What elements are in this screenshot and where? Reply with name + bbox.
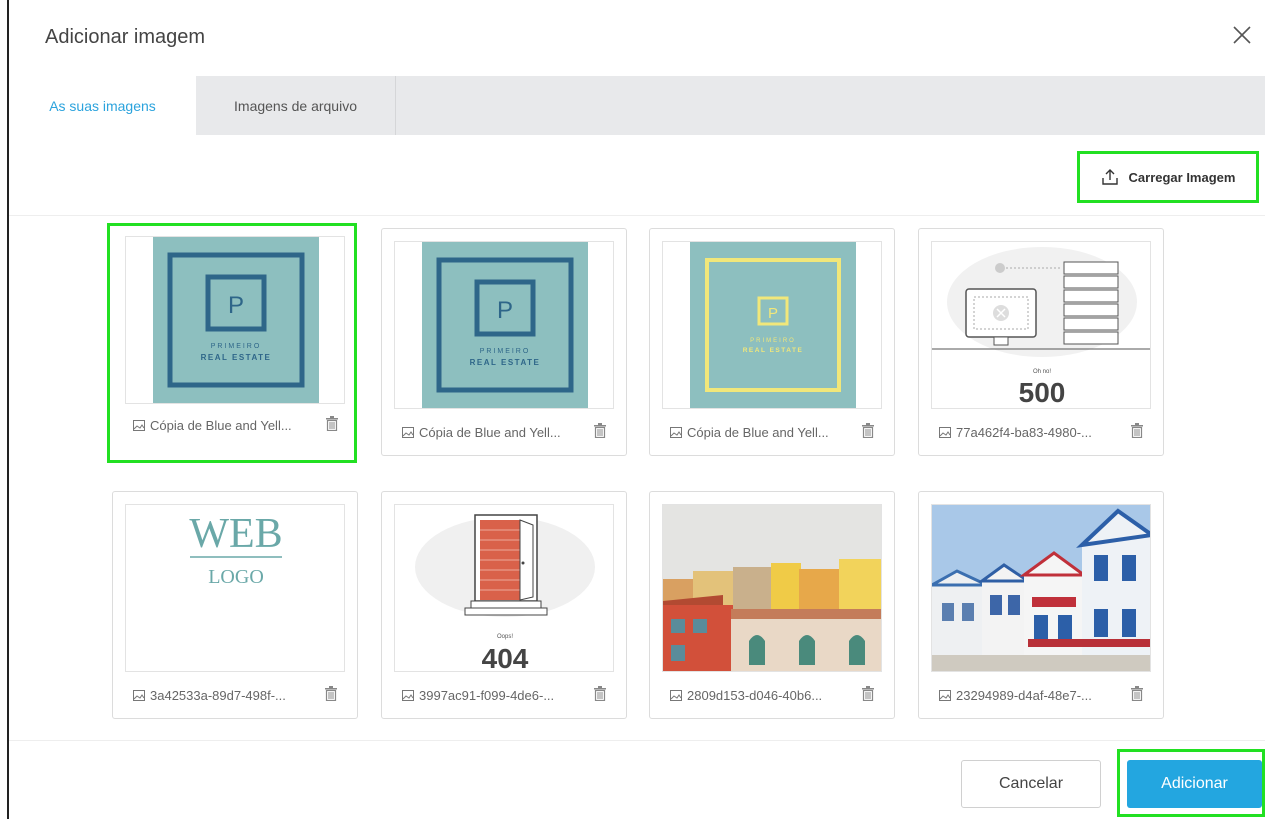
trash-icon[interactable]: [594, 423, 606, 438]
add-button[interactable]: Adicionar: [1127, 760, 1262, 808]
image-icon: [939, 690, 951, 701]
thumb-text-1: Oh no!: [1033, 369, 1051, 375]
tab-your-images[interactable]: As suas imagens: [9, 76, 196, 135]
dialog-footer: Cancelar Adicionar: [9, 740, 1265, 819]
trash-icon[interactable]: [325, 686, 337, 701]
image-icon: [670, 427, 682, 438]
image-card[interactable]: Oh no! 500 77a462f4-ba83-4980-...: [918, 228, 1164, 456]
image-caption: Cópia de Blue and Yell...: [133, 418, 292, 433]
image-caption: 3a42533a-89d7-498f-...: [133, 688, 286, 703]
image-icon: [133, 690, 145, 701]
thumb-text-1: Oops!: [497, 634, 513, 640]
thumb-text-2: 500: [1019, 377, 1066, 408]
thumb-letter: P: [768, 305, 778, 322]
image-icon: [939, 427, 951, 438]
thumb-text-1: PRIMEIRO: [211, 343, 262, 350]
image-caption: 77a462f4-ba83-4980-...: [939, 425, 1092, 440]
image-caption: 3997ac91-f099-4de6-...: [402, 688, 554, 703]
image-icon: [133, 420, 145, 431]
thumb-letter: P: [497, 297, 513, 324]
image-icon: [402, 427, 414, 438]
image-filename: 3a42533a-89d7-498f-...: [150, 688, 286, 703]
thumb-letter: P: [228, 292, 244, 319]
image-card[interactable]: 23294989-d4af-48e7-...: [918, 491, 1164, 719]
toolbar: Carregar Imagem: [9, 135, 1265, 216]
image-icon: [670, 690, 682, 701]
image-filename: Cópia de Blue and Yell...: [419, 425, 561, 440]
dialog-title: Adicionar imagem: [45, 26, 206, 48]
image-filename: 77a462f4-ba83-4980-...: [956, 425, 1092, 440]
image-card[interactable]: Oops! 404 3997ac91-f099-4de6-...: [381, 491, 627, 719]
image-thumbnail: WEB LOGO: [125, 504, 345, 672]
trash-icon[interactable]: [862, 423, 874, 438]
thumb-text-2: LOGO: [208, 566, 264, 588]
cancel-button[interactable]: Cancelar: [961, 760, 1101, 808]
image-card[interactable]: WEB LOGO 3a42533a-89d7-498f-...: [112, 491, 358, 719]
trash-icon[interactable]: [1131, 686, 1143, 701]
upload-icon: [1101, 169, 1118, 185]
trash-icon[interactable]: [862, 686, 874, 701]
image-card[interactable]: P PRIMEIRO REAL ESTATE Cópia de Blue and…: [649, 228, 895, 456]
image-card[interactable]: 2809d153-d046-40b6...: [649, 491, 895, 719]
tab-stock-images[interactable]: Imagens de arquivo: [196, 76, 396, 135]
image-filename: 23294989-d4af-48e7-...: [956, 688, 1092, 703]
thumb-text-2: REAL ESTATE: [201, 353, 272, 362]
image-filename: 3997ac91-f099-4de6-...: [419, 688, 555, 703]
image-filename: Cópia de Blue and Yell...: [150, 418, 292, 433]
image-thumbnail: P PRIMEIRO REAL ESTATE: [125, 236, 345, 404]
image-thumbnail: Oh no! 500: [931, 241, 1151, 409]
image-thumbnail: Oops! 404: [394, 504, 614, 672]
image-thumbnail: P PRIMEIRO REAL ESTATE: [394, 241, 614, 409]
image-caption: Cópia de Blue and Yell...: [402, 425, 561, 440]
image-caption: 23294989-d4af-48e7-...: [939, 688, 1092, 703]
image-filename: 2809d153-d046-40b6...: [687, 688, 823, 703]
image-card[interactable]: P PRIMEIRO REAL ESTATE Cópia de Blue and…: [381, 228, 627, 456]
image-thumbnail: [931, 504, 1151, 672]
upload-image-label: Carregar Imagem: [1128, 169, 1236, 185]
thumb-text-2: REAL ESTATE: [470, 358, 541, 367]
thumb-text-1: PRIMEIRO: [480, 348, 531, 355]
thumb-text-1: WEB: [189, 511, 282, 557]
upload-image-button[interactable]: Carregar Imagem: [1077, 151, 1259, 203]
close-icon[interactable]: [1229, 22, 1255, 48]
thumb-text-2: 404: [482, 643, 529, 672]
image-caption: Cópia de Blue and Yell...: [670, 425, 829, 440]
image-thumbnail: P PRIMEIRO REAL ESTATE: [662, 241, 882, 409]
image-thumbnail: [662, 504, 882, 672]
image-caption: 2809d153-d046-40b6...: [670, 688, 822, 703]
image-filename: Cópia de Blue and Yell...: [687, 425, 829, 440]
add-button-highlight: Adicionar: [1117, 749, 1265, 817]
thumb-text-2: REAL ESTATE: [743, 347, 804, 354]
trash-icon[interactable]: [594, 686, 606, 701]
trash-icon[interactable]: [1131, 423, 1143, 438]
image-card[interactable]: P PRIMEIRO REAL ESTATE Cópia de Blue and…: [107, 223, 357, 463]
thumb-text-1: PRIMEIRO: [750, 338, 796, 344]
dialog-header: Adicionar imagem: [9, 0, 1265, 76]
trash-icon[interactable]: [326, 416, 338, 431]
tab-bar: As suas imagens Imagens de arquivo: [9, 76, 1265, 135]
image-icon: [402, 690, 414, 701]
